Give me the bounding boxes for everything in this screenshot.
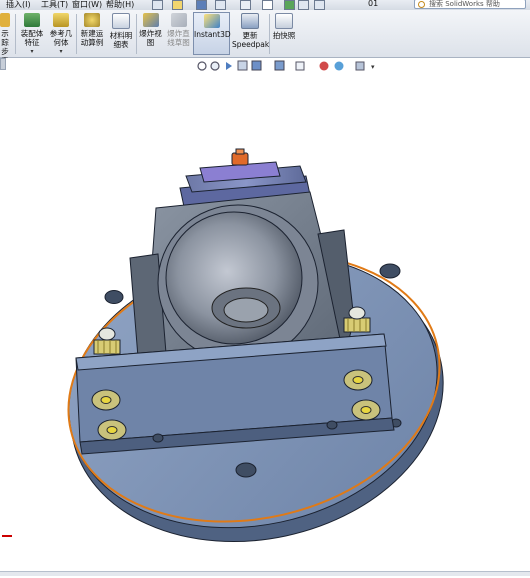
assembly-features-label-2: 特征 bbox=[24, 38, 40, 47]
explode-line-sketch-label-1: 爆炸直 bbox=[167, 29, 190, 38]
pin-hole-right-lower[interactable] bbox=[351, 399, 381, 421]
pin-hole-right-upper[interactable] bbox=[343, 369, 373, 391]
reference-geometry-label-1: 参考几 bbox=[49, 29, 73, 38]
trace-icon bbox=[0, 13, 10, 27]
instant3d-button[interactable]: Instant3D bbox=[193, 12, 231, 55]
motion-study-icon bbox=[84, 13, 100, 27]
chevron-down-icon[interactable]: ▾ bbox=[47, 47, 75, 56]
command-manager-ribbon: 示踪 步零 件 装配体 特征 ▾ 参考几 何体 ▾ 新建运 动算例 材料明 细表… bbox=[0, 10, 530, 74]
instant3d-label: Instant3D bbox=[194, 30, 231, 39]
reference-triad bbox=[2, 531, 12, 540]
plate-hole bbox=[152, 433, 164, 443]
x-axis-arrow-icon bbox=[2, 534, 12, 537]
bill-of-materials-button[interactable]: 材料明 细表 bbox=[107, 12, 135, 55]
assembly-features-label-1: 装配体 bbox=[20, 29, 44, 38]
menu-insert[interactable]: 插入(I) bbox=[6, 0, 31, 10]
zoom-to-fit-icon[interactable] bbox=[197, 61, 207, 71]
save-icon[interactable] bbox=[196, 0, 207, 10]
take-snapshot-label: 拍快照 bbox=[272, 31, 296, 40]
search-icon bbox=[418, 1, 425, 8]
ribbon-separator bbox=[76, 14, 77, 54]
exploded-view-label-2: 图 bbox=[146, 38, 155, 47]
bolt-head bbox=[98, 327, 116, 341]
speedpak-icon bbox=[241, 13, 259, 29]
new-document-icon[interactable] bbox=[152, 0, 163, 10]
ribbon-separator bbox=[15, 14, 16, 54]
plate-hole bbox=[379, 263, 401, 279]
display-style-icon[interactable] bbox=[274, 60, 285, 71]
menu-window[interactable]: 窗口(W) bbox=[72, 0, 102, 10]
previous-view-icon[interactable] bbox=[226, 62, 232, 70]
take-snapshot-button[interactable]: 拍快照 bbox=[270, 12, 298, 55]
update-speedpak-label-2: Speedpak bbox=[232, 40, 270, 49]
apply-scene-icon[interactable] bbox=[334, 61, 344, 71]
pin-hole-left-upper[interactable] bbox=[91, 389, 121, 411]
assembly-features-button[interactable]: 装配体 特征 ▾ bbox=[18, 12, 46, 55]
new-motion-study-label-1: 新建运 bbox=[80, 29, 104, 38]
horizontal-scrollbar[interactable] bbox=[0, 571, 530, 576]
plate-hole bbox=[235, 462, 257, 478]
view-settings-icon[interactable] bbox=[355, 61, 365, 71]
menu-tools[interactable]: 工具(T) bbox=[41, 0, 68, 10]
trace-label-1: 示踪 bbox=[1, 29, 9, 47]
exploded-view-label-1: 爆炸视 bbox=[139, 29, 162, 38]
bolt-head bbox=[348, 306, 366, 320]
plate-hole bbox=[326, 420, 338, 430]
menu-help[interactable]: 帮助(H) bbox=[106, 0, 134, 10]
orange-pin[interactable] bbox=[231, 152, 249, 166]
chevron-down-icon[interactable]: ▾ bbox=[371, 63, 375, 71]
explode-line-sketch-button[interactable]: 爆炸直 线草图 bbox=[165, 12, 192, 55]
instant3d-icon bbox=[203, 14, 220, 28]
new-motion-study-button[interactable]: 新建运 动算例 bbox=[78, 12, 106, 55]
assembly-features-icon bbox=[24, 13, 40, 27]
section-view-icon[interactable] bbox=[237, 60, 248, 71]
graphics-area[interactable]: ▾ bbox=[0, 58, 530, 575]
explode-line-sketch-label-2: 线草图 bbox=[167, 38, 190, 47]
exploded-view-button[interactable]: 爆炸视 图 bbox=[137, 12, 164, 55]
update-speedpak-button[interactable]: 更新 Speedpak bbox=[232, 12, 270, 55]
reference-geometry-label-2: 何体 bbox=[53, 38, 69, 47]
bom-table-icon bbox=[112, 13, 130, 29]
explode-line-sketch-icon bbox=[170, 13, 187, 27]
plate-hole bbox=[104, 290, 124, 304]
select-cursor-icon[interactable] bbox=[262, 0, 273, 10]
hide-show-icon[interactable] bbox=[295, 61, 305, 71]
document-number: 01 bbox=[368, 0, 379, 8]
edit-appearance-icon[interactable] bbox=[319, 61, 329, 71]
rebuild-icon[interactable] bbox=[284, 0, 295, 10]
help-search-placeholder: 搜索 SolidWorks 帮助 bbox=[429, 0, 500, 8]
camera-snapshot-icon bbox=[275, 13, 293, 29]
feature-manager-collapse-tab[interactable] bbox=[0, 58, 6, 70]
trace-button[interactable]: 示踪 步零 件 bbox=[0, 12, 12, 74]
update-speedpak-label-1: 更新 bbox=[242, 31, 258, 40]
assembly-model[interactable]: ▾ bbox=[0, 58, 530, 575]
bore-shaft bbox=[223, 297, 269, 323]
zoom-area-icon[interactable] bbox=[210, 61, 220, 71]
view-orientation-icon[interactable] bbox=[251, 60, 262, 71]
new-motion-study-label-2: 动算例 bbox=[80, 38, 104, 47]
reference-geometry-button[interactable]: 参考几 何体 ▾ bbox=[47, 12, 75, 55]
options-icon[interactable] bbox=[314, 0, 325, 10]
orange-pin-top bbox=[235, 148, 245, 155]
exploded-view-icon bbox=[142, 13, 159, 27]
chevron-down-icon[interactable]: ▾ bbox=[18, 47, 46, 56]
bill-of-materials-label-1: 材料明 bbox=[109, 31, 133, 40]
undo-icon[interactable] bbox=[240, 0, 251, 10]
open-folder-icon[interactable] bbox=[172, 0, 183, 10]
reference-geometry-icon bbox=[53, 13, 69, 27]
print-icon[interactable] bbox=[215, 0, 226, 10]
pin-hole-left-lower[interactable] bbox=[97, 419, 127, 441]
bill-of-materials-label-2: 细表 bbox=[113, 40, 129, 49]
heads-up-view-toolbar: ▾ bbox=[197, 60, 375, 71]
help-search-input[interactable]: 搜索 SolidWorks 帮助 bbox=[414, 0, 526, 9]
file-properties-icon[interactable] bbox=[298, 0, 309, 10]
